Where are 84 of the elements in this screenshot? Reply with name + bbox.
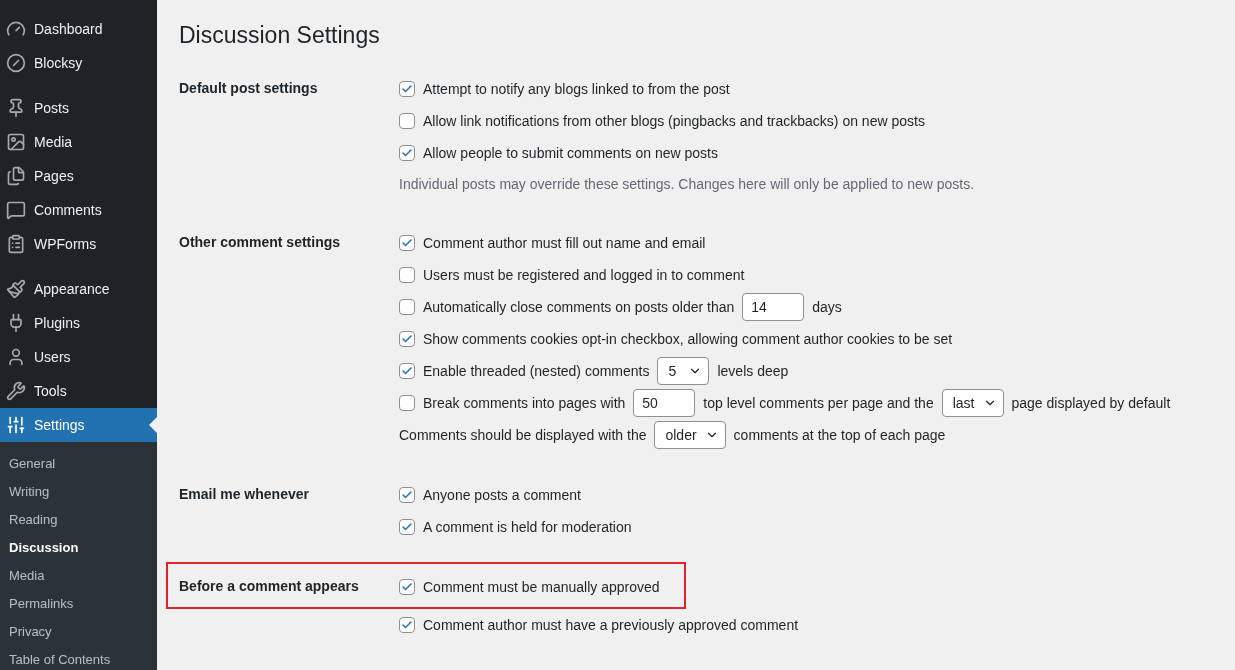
check-icon	[401, 521, 413, 533]
checkbox[interactable]	[399, 579, 415, 595]
section-label: Email me whenever	[179, 485, 310, 502]
option-label: comments at the top of each page	[733, 427, 946, 443]
number-field[interactable]: 14	[742, 293, 805, 321]
page-title: Discussion Settings	[179, 22, 381, 49]
checkbox[interactable]	[399, 235, 415, 251]
checkbox[interactable]	[399, 299, 415, 315]
user-icon	[6, 347, 26, 367]
check-icon	[401, 489, 413, 501]
option-label: Break comments into pages with	[423, 395, 626, 411]
option-label: levels deep	[717, 363, 789, 379]
checkbox[interactable]	[399, 487, 415, 503]
speech-bubble-icon	[6, 200, 26, 220]
option-label: page displayed by default	[1011, 395, 1171, 411]
submenu-item[interactable]: Discussion	[0, 533, 157, 561]
option-label: A comment is held for moderation	[423, 519, 632, 535]
checkbox[interactable]	[399, 395, 415, 411]
menu-item[interactable]: Posts	[0, 91, 157, 125]
check-icon	[401, 147, 413, 159]
option-label: Show comments cookies opt-in checkbox, allowing comment author cookies to be set	[423, 331, 953, 347]
section-label: Other comment settings	[179, 233, 342, 250]
current-pointer-icon	[149, 417, 157, 433]
menu-item[interactable]: Plugins	[0, 306, 157, 340]
checkbox[interactable]	[399, 113, 415, 129]
checkbox[interactable]	[399, 145, 415, 161]
gauge-icon	[6, 19, 26, 39]
option-label: days	[812, 299, 842, 315]
option-label: Attempt to notify any blogs linked to from the post	[423, 81, 730, 97]
checkbox[interactable]	[399, 81, 415, 97]
option-label: Automatically close comments on posts older than	[423, 299, 735, 315]
image-icon	[6, 132, 26, 152]
submenu-item[interactable]: Media	[0, 561, 157, 589]
option-label: Comment must be manually approved	[423, 579, 660, 595]
slashed-circle-icon	[6, 53, 26, 73]
submenu-item[interactable]: Permalinks	[0, 589, 157, 617]
option-label: Comment author must fill out name and email	[423, 235, 706, 251]
check-icon	[401, 365, 413, 377]
option-label: Anyone posts a comment	[423, 487, 581, 503]
option-label: Allow link notifications from other blogs (pingbacks and trackbacks) on new posts	[423, 113, 925, 129]
menu-item[interactable]: Blocksy	[0, 46, 157, 80]
menu-item[interactable]: Tools	[0, 374, 157, 408]
check-icon	[401, 619, 413, 631]
option-label: Comments should be displayed with the	[399, 427, 647, 443]
dropdown[interactable]: older	[654, 421, 726, 449]
dropdown[interactable]: last	[941, 389, 1004, 417]
form-icon	[6, 234, 26, 254]
pages-icon	[6, 166, 26, 186]
menu-item[interactable]: Media	[0, 125, 157, 159]
check-icon	[401, 581, 413, 593]
submenu-item[interactable]: Privacy	[0, 617, 157, 645]
check-icon	[401, 333, 413, 345]
checkbox[interactable]	[399, 617, 415, 633]
help-text: Individual posts may override these settings. Changes here will only be applied to new posts.	[399, 175, 976, 194]
menu-item[interactable]: Users	[0, 340, 157, 374]
sliders-icon	[6, 415, 26, 435]
option-label: top level comments per page and the	[703, 395, 934, 411]
submenu-item[interactable]: Reading	[0, 505, 157, 533]
paintbrush-icon	[6, 279, 26, 299]
checkbox[interactable]	[399, 363, 415, 379]
check-icon	[401, 83, 413, 95]
option-label: Users must be registered and logged in to comment	[423, 267, 745, 283]
pin-icon	[6, 98, 26, 118]
section-label: Before a comment appears	[179, 577, 360, 594]
menu-item[interactable]: WPForms	[0, 227, 157, 261]
section-label: Default post settings	[179, 79, 319, 96]
option-label: Comment author must have a previously approved comment	[423, 617, 799, 633]
wrench-icon	[6, 381, 26, 401]
number-field[interactable]: 50	[633, 389, 696, 417]
submenu-item[interactable]: Writing	[0, 477, 157, 505]
submenu-item[interactable]: Table of Contents	[0, 645, 157, 670]
option-label: Allow people to submit comments on new posts	[423, 145, 718, 161]
checkbox[interactable]	[399, 519, 415, 535]
menu-item[interactable]: Settings	[0, 408, 157, 442]
submenu-item[interactable]: General	[0, 449, 157, 477]
menu-item[interactable]: Appearance	[0, 272, 157, 306]
check-icon	[401, 237, 413, 249]
option-label: Enable threaded (nested) comments	[423, 363, 650, 379]
checkbox[interactable]	[399, 267, 415, 283]
checkbox[interactable]	[399, 331, 415, 347]
menu-item[interactable]: Pages	[0, 159, 157, 193]
menu-item[interactable]: Dashboard	[0, 12, 157, 46]
menu-item[interactable]: Comments	[0, 193, 157, 227]
dropdown[interactable]: 5	[657, 357, 710, 385]
